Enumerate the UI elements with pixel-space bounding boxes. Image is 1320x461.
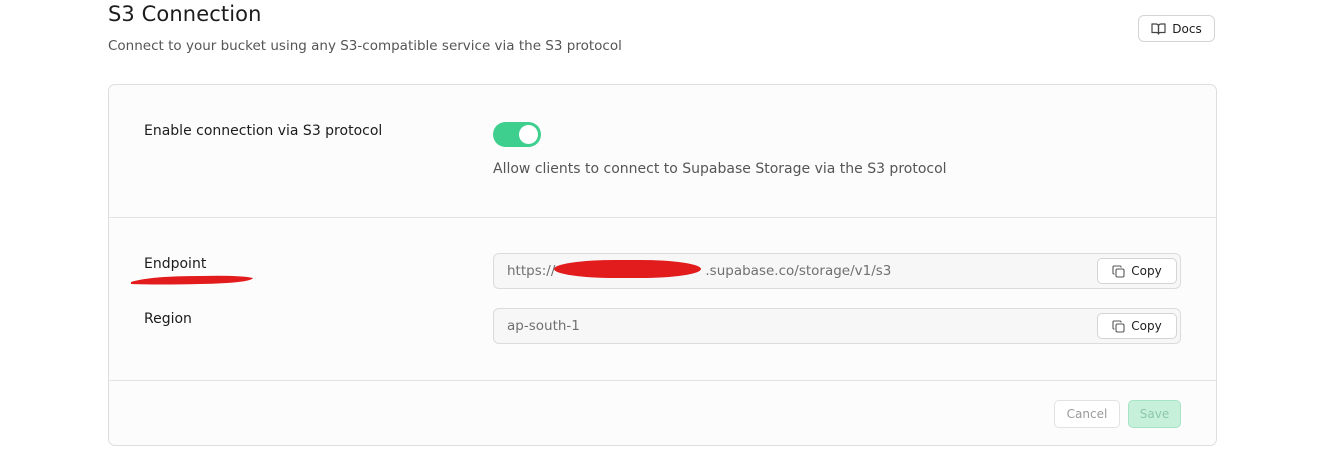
copy-icon <box>1112 264 1125 278</box>
endpoint-copy-button[interactable]: Copy <box>1097 258 1177 284</box>
enable-s3-description: Allow clients to connect to Supabase Sto… <box>493 161 947 177</box>
region-copy-button[interactable]: Copy <box>1097 313 1177 339</box>
toggle-knob <box>519 125 538 144</box>
book-open-icon <box>1151 22 1166 35</box>
region-copy-label: Copy <box>1131 319 1162 333</box>
enable-s3-label: Enable connection via S3 protocol <box>144 123 383 139</box>
endpoint-value-suffix: .supabase.co/storage/v1/s3 <box>705 263 892 279</box>
save-button[interactable]: Save <box>1128 400 1181 428</box>
copy-icon <box>1112 319 1125 333</box>
region-value: ap-south-1 <box>507 318 580 334</box>
redaction-scribble <box>554 260 701 278</box>
region-label: Region <box>144 311 192 327</box>
page-title: S3 Connection <box>108 2 262 26</box>
cancel-button[interactable]: Cancel <box>1054 400 1120 428</box>
section-divider <box>109 217 1216 218</box>
page-subtitle: Connect to your bucket using any S3-comp… <box>108 38 622 54</box>
region-field[interactable]: ap-south-1 Copy <box>493 308 1181 344</box>
docs-button-label: Docs <box>1172 21 1202 36</box>
endpoint-value-prefix: https:// <box>507 263 556 279</box>
enable-s3-toggle[interactable] <box>493 122 541 147</box>
endpoint-field[interactable]: https:// .supabase.co/storage/v1/s3 Copy <box>493 253 1181 289</box>
s3-settings-card: Enable connection via S3 protocol Allow … <box>108 84 1217 446</box>
endpoint-copy-label: Copy <box>1131 264 1162 278</box>
docs-button[interactable]: Docs <box>1138 15 1215 42</box>
footer-divider <box>109 380 1216 381</box>
endpoint-label: Endpoint <box>144 256 207 272</box>
